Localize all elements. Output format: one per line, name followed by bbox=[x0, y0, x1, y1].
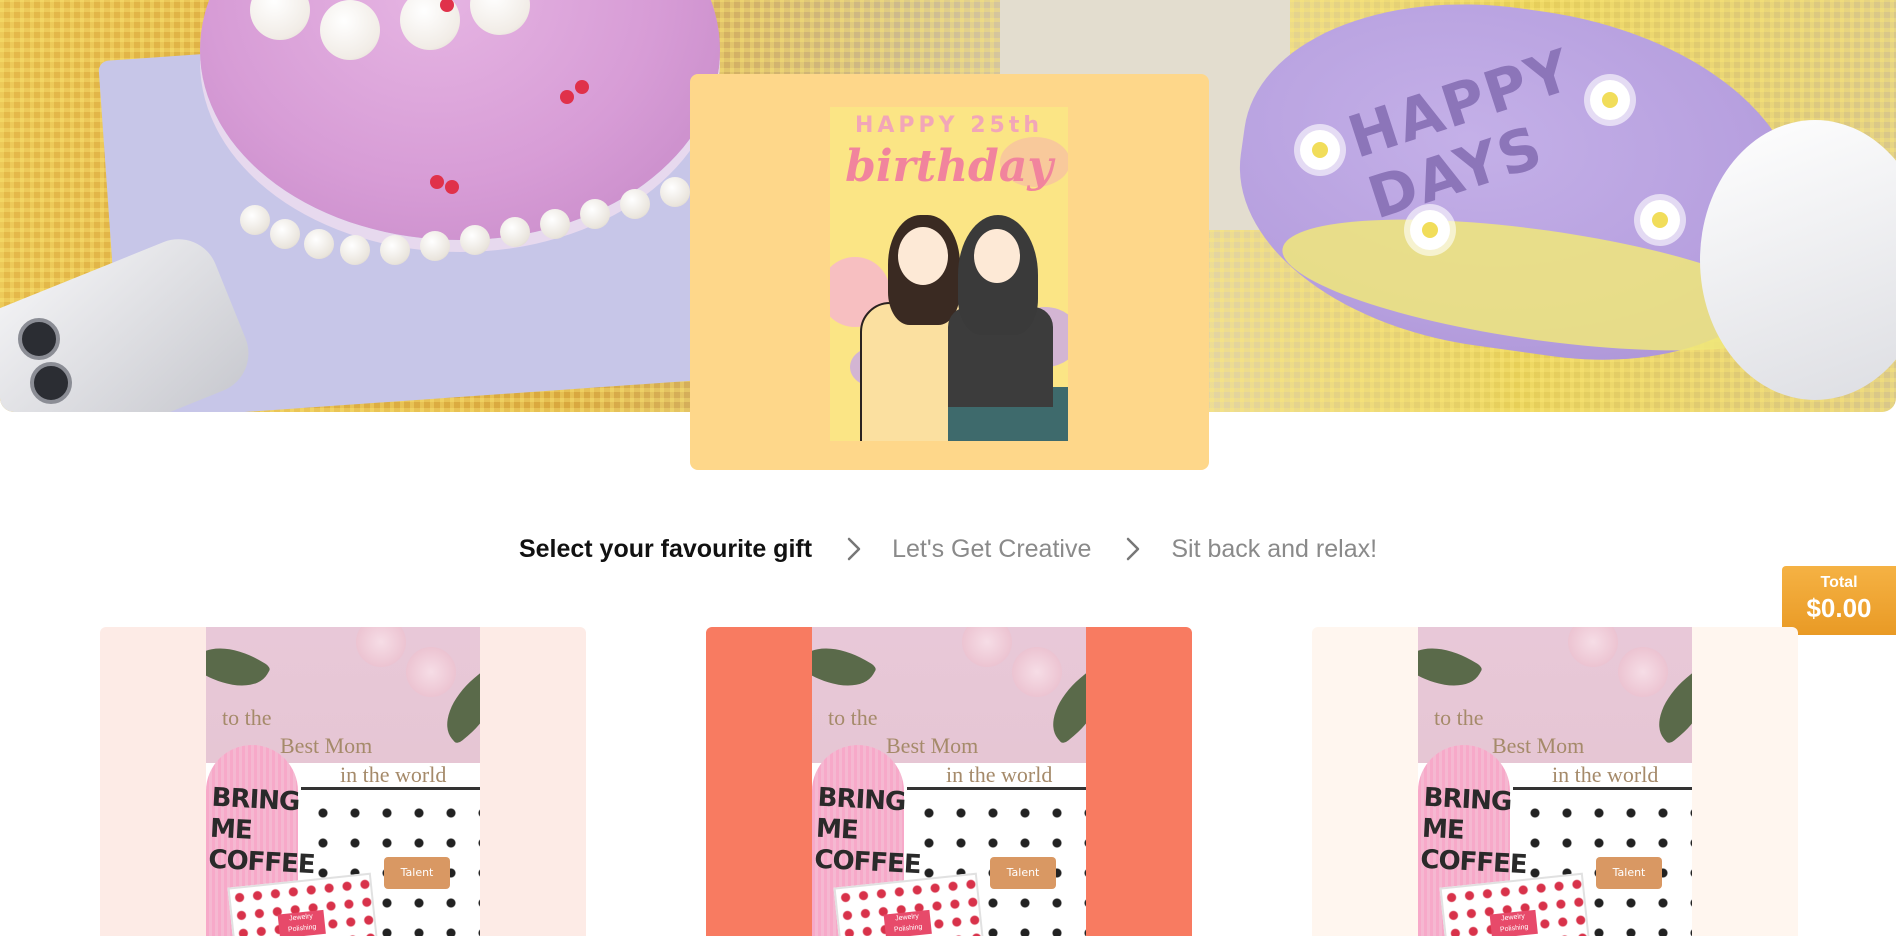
step-sit-back[interactable]: Sit back and relax! bbox=[1171, 535, 1377, 564]
total-label: Total bbox=[1820, 574, 1858, 591]
gift-card-3[interactable]: to the Best Mom in the world Talent BRIN… bbox=[1312, 627, 1798, 936]
step-get-creative[interactable]: Let's Get Creative bbox=[892, 535, 1091, 564]
gift-photo: to the Best Mom in the world Talent BRIN… bbox=[1418, 627, 1692, 936]
sock-lettering: BRING ME COFFEE bbox=[207, 782, 316, 881]
total-amount: $0.00 bbox=[1806, 593, 1872, 623]
total-badge[interactable]: Total $0.00 bbox=[1782, 566, 1896, 635]
sock-lettering: BRING ME COFFEE bbox=[1419, 782, 1528, 881]
gift-photo: to the Best Mom in the world Talent BRIN… bbox=[206, 627, 480, 936]
step-select-gift[interactable]: Select your favourite gift bbox=[519, 535, 812, 564]
card-happy-text: HAPPY 25th bbox=[854, 113, 1044, 138]
card-birthday-text: birthday bbox=[845, 141, 1053, 192]
card-preview[interactable]: HAPPY 25th birthday bbox=[690, 74, 1209, 470]
gift-card-2[interactable]: to the Best Mom in the world Talent BRIN… bbox=[706, 627, 1192, 936]
chevron-right-icon bbox=[1117, 533, 1149, 565]
birthday-card-image: HAPPY 25th birthday bbox=[830, 107, 1068, 441]
checkout-steps: Select your favourite gift Let's Get Cre… bbox=[0, 532, 1896, 566]
gift-card-1[interactable]: to the Best Mom in the world Talent BRIN… bbox=[100, 627, 586, 936]
sock-lettering: BRING ME COFFEE bbox=[813, 782, 922, 881]
chevron-right-icon bbox=[838, 533, 870, 565]
gift-photo: to the Best Mom in the world Talent BRIN… bbox=[812, 627, 1086, 936]
